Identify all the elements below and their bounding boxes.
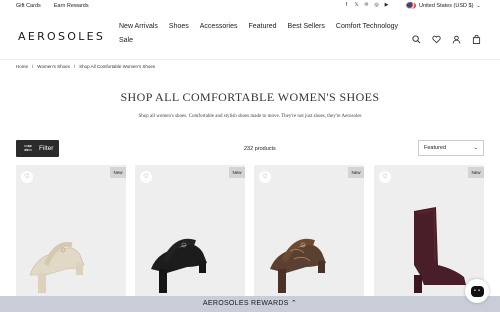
breadcrumb: Home / Women's Shoes / Shop All Comforta… — [16, 64, 155, 69]
product-card[interactable]: ♡ New — [254, 165, 364, 299]
search-icon[interactable] — [412, 31, 421, 44]
page-title: SHOP ALL COMFORTABLE WOMEN'S SHOES — [120, 90, 380, 104]
rewards-bar[interactable]: AEROSOLES REWARDS ⌃ — [0, 296, 500, 312]
new-badge: New — [229, 167, 245, 178]
new-badge: New — [348, 167, 364, 178]
filter-label: Filter — [39, 145, 54, 152]
sort-value: Featured — [424, 145, 447, 151]
bag-icon[interactable] — [472, 31, 481, 44]
breadcrumb-current: Shop All Comfortable Women's Shoes — [79, 64, 156, 69]
youtube-icon[interactable]: ▶ — [384, 2, 389, 9]
region-label: United States (USD $) — [419, 2, 474, 9]
breadcrumb-separator: / — [32, 64, 34, 69]
filter-button[interactable]: Filter — [16, 140, 59, 157]
new-badge: New — [110, 167, 126, 178]
heart-icon[interactable]: ♡ — [259, 171, 271, 183]
breadcrumb-womens-shoes[interactable]: Women's Shoes — [37, 64, 70, 69]
instagram-icon[interactable]: ◎ — [374, 2, 379, 9]
utility-bar: Gift Cards Earn Rewards f 𝕏 ℗ ◎ ▶ United… — [0, 0, 500, 13]
chat-icon: ⚬⚬ — [470, 285, 484, 297]
nav-comfort-technology[interactable]: Comfort Technology — [336, 23, 398, 30]
nav-best-sellers[interactable]: Best Sellers — [288, 23, 325, 30]
product-image-tortoise-sandal — [270, 238, 326, 293]
earn-rewards-link[interactable]: Earn Rewards — [54, 3, 89, 9]
nav-sale[interactable]: Sale — [119, 37, 133, 44]
product-image-burgundy-bootie — [414, 207, 466, 293]
product-image-black-sandal — [151, 238, 207, 293]
gift-cards-link[interactable]: Gift Cards — [16, 3, 41, 9]
product-count: 232 products — [244, 146, 276, 152]
pinterest-icon[interactable]: ℗ — [364, 2, 369, 9]
chevron-down-icon: ⌄ — [476, 2, 481, 9]
heart-icon[interactable]: ♡ — [21, 171, 33, 183]
main-nav: New Arrivals Shoes Accessories Featured … — [119, 23, 399, 44]
nav-shoes[interactable]: Shoes — [169, 23, 189, 30]
account-icon[interactable] — [452, 31, 461, 44]
heart-icon[interactable] — [432, 31, 441, 44]
product-card[interactable]: ♡ New — [374, 165, 484, 299]
heart-icon[interactable]: ♡ — [379, 171, 391, 183]
page-subtitle: Shop all women's shoes. Comfortable and … — [138, 114, 362, 119]
nav-new-arrivals[interactable]: New Arrivals — [119, 23, 158, 30]
chevron-down-icon: ⌄ — [473, 145, 478, 151]
region-selector[interactable]: United States (USD $) ⌄ — [406, 2, 481, 9]
filter-icon — [24, 144, 32, 153]
product-grid: ♡ New ♡ New ♡ New ♡ New — [16, 165, 484, 299]
new-badge: New — [468, 167, 484, 178]
facebook-icon[interactable]: f — [344, 2, 349, 9]
heart-icon[interactable]: ♡ — [140, 171, 152, 183]
chat-button[interactable]: ⚬⚬ — [465, 279, 489, 303]
x-icon[interactable]: 𝕏 — [354, 2, 359, 9]
product-card[interactable]: ♡ New — [16, 165, 126, 299]
nav-featured[interactable]: Featured — [249, 23, 277, 30]
site-header: AEROSOLES New Arrivals Shoes Accessories… — [0, 14, 500, 60]
us-flag-icon — [406, 2, 416, 9]
breadcrumb-separator: / — [73, 64, 76, 69]
product-image-beige-sandal — [29, 241, 85, 293]
nav-accessories[interactable]: Accessories — [200, 23, 238, 30]
breadcrumb-home[interactable]: Home — [16, 64, 28, 69]
product-card[interactable]: ♡ New — [135, 165, 245, 299]
brand-logo[interactable]: AEROSOLES — [18, 30, 105, 43]
sort-select[interactable]: Featured ⌄ — [418, 140, 484, 156]
